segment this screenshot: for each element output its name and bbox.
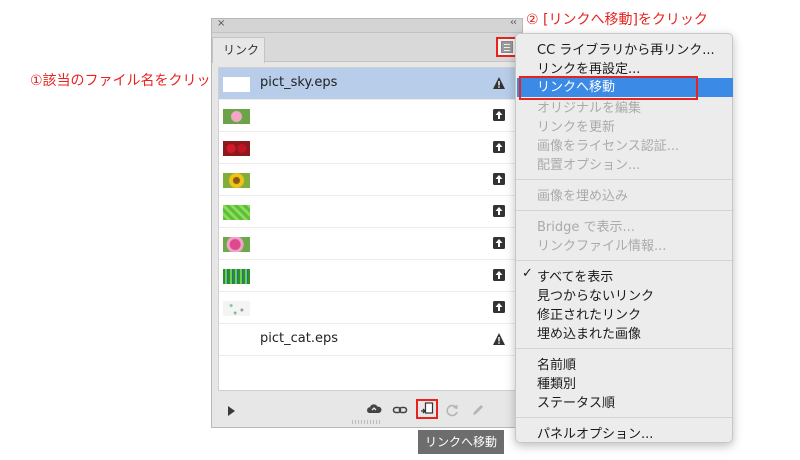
menu-item-sort-type[interactable]: 種類別: [537, 373, 576, 392]
menu-item-embedded-images[interactable]: 埋め込まれた画像: [537, 323, 641, 342]
list-item[interactable]: pict_sky.eps: [219, 68, 516, 100]
menu-item-relink[interactable]: リンクを再設定...: [537, 58, 640, 77]
resize-grip[interactable]: [352, 420, 382, 424]
menu-item-missing-links[interactable]: 見つからないリンク: [537, 285, 654, 304]
menu-separator: [516, 260, 732, 261]
list-item[interactable]: [219, 100, 516, 132]
menu-item-link-file-info: リンクファイル情報...: [537, 239, 667, 254]
tab-links[interactable]: リンク: [212, 37, 265, 63]
menu-item-cc-relink[interactable]: CC ライブラリから再リンク...: [537, 39, 715, 58]
menu-separator: [516, 417, 732, 418]
links-panel: × ‹‹ リンク pict_sky.eps pict_cat.eps: [211, 17, 523, 428]
menu-item-panel-options[interactable]: パネルオプション...: [537, 423, 653, 442]
collapse-icon[interactable]: ‹‹: [510, 17, 517, 28]
thumbnail-white-pattern: [223, 301, 250, 316]
file-name: pict_cat.eps: [260, 331, 338, 346]
relink-icon: [421, 402, 434, 414]
menu-separator: [516, 210, 732, 211]
close-icon[interactable]: ×: [217, 18, 225, 29]
list-item[interactable]: [219, 132, 516, 164]
link-icon[interactable]: [392, 402, 408, 418]
list-item[interactable]: [219, 228, 516, 260]
menu-item-embed-image: 画像を埋め込み: [537, 189, 629, 204]
menu-item-edit-original: オリジナルを編集: [537, 101, 642, 116]
panel-titlebar: × ‹‹: [212, 17, 522, 33]
annotation-step1: ①該当のファイル名をクリック: [30, 73, 225, 89]
menu-item-license-image: 画像をライセンス認証...: [537, 139, 680, 154]
list-item[interactable]: [219, 164, 516, 196]
annotation-step2: ② [リンクへ移動]をクリック: [526, 12, 708, 28]
checkmark-icon: ✓: [522, 266, 533, 281]
list-item[interactable]: [219, 196, 516, 228]
modified-link-icon: [493, 109, 505, 121]
thumbnail-grass: [223, 269, 250, 284]
relink-button[interactable]: [416, 399, 438, 419]
tooltip: リンクへ移動: [418, 430, 504, 454]
menu-item-show-all[interactable]: すべてを表示: [537, 266, 613, 285]
menu-item-placement-options: 配置オプション...: [537, 158, 641, 173]
list-item[interactable]: [219, 292, 516, 324]
cc-library-icon[interactable]: [366, 402, 382, 418]
menu-item-show-in-bridge: Bridge で表示...: [537, 220, 635, 235]
thumbnail-lotus: [223, 109, 250, 124]
panel-context-menu: CC ライブラリから再リンク... リンクを再設定... リンクへ移動 オリジナ…: [515, 33, 733, 443]
file-name: pict_sky.eps: [260, 75, 338, 90]
menu-separator: [516, 179, 732, 180]
update-link-icon[interactable]: [444, 402, 460, 418]
modified-link-icon: [493, 301, 505, 313]
menu-item-update-link: リンクを更新: [537, 120, 616, 135]
list-item[interactable]: pict_cat.eps: [219, 324, 516, 356]
thumbnail-pink-flower: [223, 237, 250, 252]
thumbnail-leaves: [223, 205, 250, 220]
menu-item-sort-name[interactable]: 名前順: [537, 354, 576, 373]
modified-link-icon: [493, 269, 505, 281]
modified-link-icon: [493, 173, 505, 185]
modified-link-icon: [493, 237, 505, 249]
menu-separator: [516, 348, 732, 349]
menu-icon: [501, 41, 513, 53]
modified-link-icon: [493, 141, 505, 153]
thumbnail-sunflower: [223, 173, 250, 188]
menu-item-sort-status[interactable]: ステータス順: [537, 392, 615, 411]
expand-triangle-icon[interactable]: [228, 406, 235, 416]
missing-link-icon: [493, 77, 505, 89]
links-list: pict_sky.eps pict_cat.eps: [218, 67, 517, 391]
edit-original-icon[interactable]: [470, 402, 486, 418]
modified-link-icon: [493, 205, 505, 217]
thumbnail: [223, 77, 250, 92]
missing-link-icon: [493, 333, 505, 345]
menu-item-modified-links[interactable]: 修正されたリンク: [537, 304, 641, 323]
thumbnail-red-flowers: [223, 141, 250, 156]
panel-tab-row: リンク: [212, 33, 522, 63]
list-item[interactable]: [219, 260, 516, 292]
